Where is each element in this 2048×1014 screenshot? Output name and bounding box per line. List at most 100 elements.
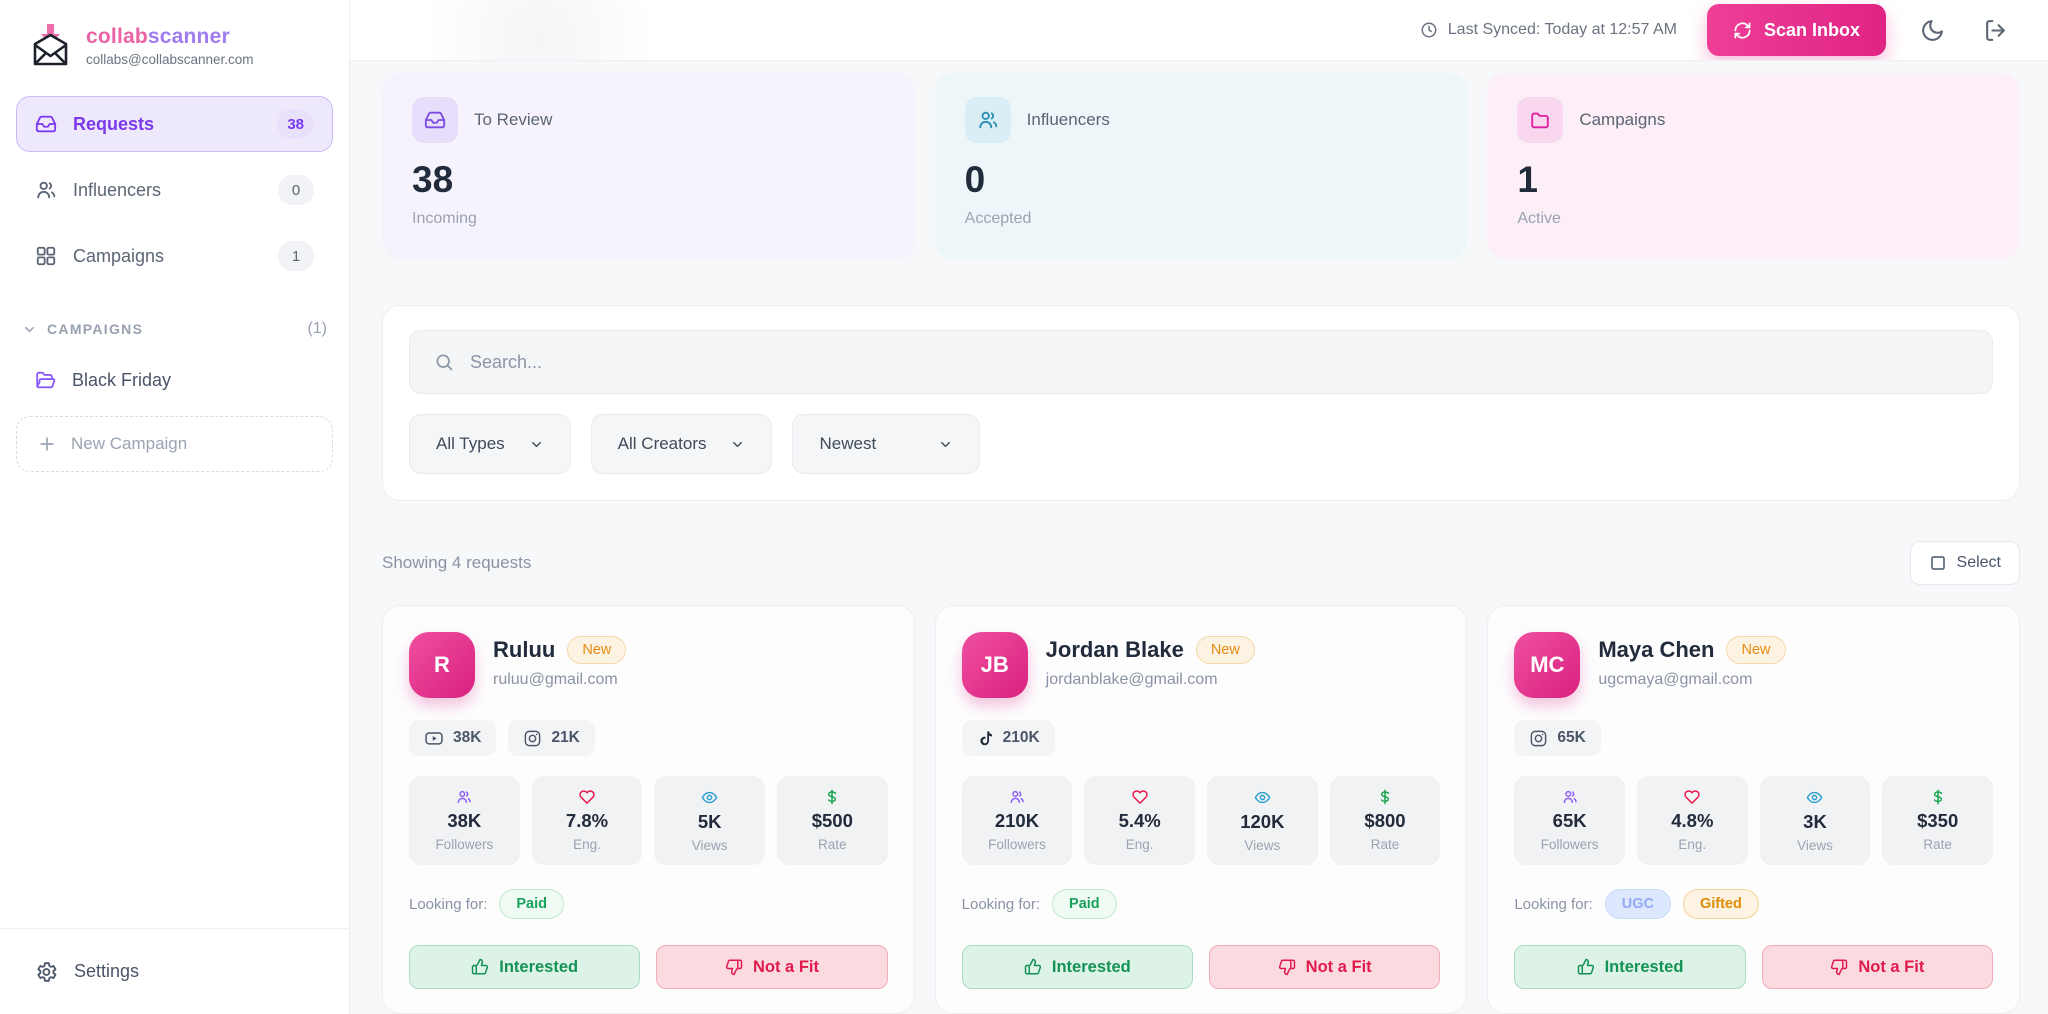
logout-button[interactable] <box>1979 14 2012 47</box>
scan-inbox-label: Scan Inbox <box>1764 20 1860 41</box>
checkbox-icon <box>1929 554 1947 572</box>
filters-row: All Types All Creators Newest <box>409 414 1993 474</box>
stat-engagement: 4.8% Eng. <box>1637 776 1748 865</box>
sidebar-item-requests[interactable]: Requests 38 <box>16 96 333 152</box>
stat-value: 3K <box>1803 811 1827 833</box>
search-input[interactable] <box>470 352 1968 373</box>
creator-name: Jordan Blake <box>1046 637 1184 663</box>
thumbs-up-icon <box>1577 958 1595 976</box>
stat-value: 0 <box>965 159 1438 201</box>
dollar-icon <box>824 789 840 805</box>
stat-value: 7.8% <box>566 810 608 832</box>
thumbs-up-icon <box>471 958 489 976</box>
stat-label: Eng. <box>1126 837 1154 852</box>
stat-value: $500 <box>812 810 853 832</box>
sort-value: Newest <box>819 434 876 454</box>
creator-stats: 210K Followers 5.4% Eng. 120K Views <box>962 776 1441 865</box>
search-icon <box>434 352 454 372</box>
not-a-fit-button[interactable]: Not a Fit <box>656 945 887 989</box>
brand-header: collabscanner collabs@collabscanner.com <box>0 0 349 88</box>
sidebar: collabscanner collabs@collabscanner.com … <box>0 0 350 1014</box>
tag-paid: Paid <box>499 889 564 919</box>
account-email: collabs@collabscanner.com <box>86 52 254 67</box>
app-title: collabscanner <box>86 25 254 49</box>
stat-engagement: 7.8% Eng. <box>532 776 643 865</box>
stat-label: Followers <box>1541 837 1599 852</box>
platform-followers: 65K <box>1557 729 1585 747</box>
stat-followers: 210K Followers <box>962 776 1073 865</box>
stat-label: Views <box>1244 838 1280 853</box>
stat-value: 1 <box>1517 159 1990 201</box>
eye-icon <box>1806 789 1823 806</box>
requests-count-badge: 38 <box>277 109 314 139</box>
platform-chips: 38K 21K <box>409 720 888 756</box>
results-header: Showing 4 requests Select <box>382 541 2020 585</box>
eye-icon <box>1254 789 1271 806</box>
creator-email: ruluu@gmail.com <box>493 671 626 689</box>
sidebar-item-settings[interactable]: Settings <box>0 928 349 1014</box>
platform-chips: 210K <box>962 720 1441 756</box>
influencers-count-badge: 0 <box>278 175 314 205</box>
type-filter-dropdown[interactable]: All Types <box>409 414 571 474</box>
new-campaign-label: New Campaign <box>71 434 187 454</box>
creator-filter-value: All Creators <box>618 434 707 454</box>
interested-label: Interested <box>1605 958 1684 977</box>
tag-paid: Paid <box>1052 889 1117 919</box>
interested-button[interactable]: Interested <box>962 945 1193 989</box>
stat-value: 120K <box>1240 811 1284 833</box>
instagram-icon <box>1529 729 1548 748</box>
plus-icon <box>37 434 57 454</box>
stat-label: Views <box>1797 838 1833 853</box>
stat-label: Rate <box>818 837 847 852</box>
scan-inbox-button[interactable]: Scan Inbox <box>1707 4 1886 56</box>
campaigns-section-header[interactable]: CAMPAIGNS (1) <box>16 320 333 338</box>
dollar-icon <box>1930 789 1946 805</box>
select-mode-button[interactable]: Select <box>1910 541 2020 585</box>
stat-label: Followers <box>435 837 493 852</box>
chevron-down-icon <box>22 322 37 337</box>
creator-email: jordanblake@gmail.com <box>1046 671 1255 689</box>
platform-chip: 21K <box>508 720 594 756</box>
not-a-fit-button[interactable]: Not a Fit <box>1209 945 1440 989</box>
users-icon <box>456 789 472 805</box>
stat-value: $350 <box>1917 810 1958 832</box>
inbox-icon <box>412 97 458 143</box>
new-campaign-button[interactable]: New Campaign <box>16 416 333 472</box>
looking-for-row: Looking for: UGC Gifted <box>1514 889 1993 919</box>
creator-stats: 65K Followers 4.8% Eng. 3K Views <box>1514 776 1993 865</box>
interested-button[interactable]: Interested <box>1514 945 1745 989</box>
platform-followers: 21K <box>551 729 579 747</box>
creator-name: Ruluu <box>493 637 555 663</box>
new-badge: New <box>567 636 626 664</box>
platform-chips: 65K <box>1514 720 1993 756</box>
heart-icon <box>1684 789 1700 805</box>
sidebar-item-influencers[interactable]: Influencers 0 <box>16 162 333 218</box>
results-count-text: Showing 4 requests <box>382 553 531 573</box>
stat-views: 120K Views <box>1207 776 1318 865</box>
stat-card-campaigns: Campaigns 1 Active <box>1487 73 2020 259</box>
stat-value: 38K <box>447 810 481 832</box>
stat-value: 38 <box>412 159 885 201</box>
stat-views: 5K Views <box>654 776 765 865</box>
not-a-fit-button[interactable]: Not a Fit <box>1762 945 1993 989</box>
chevron-down-icon <box>730 437 745 452</box>
dark-mode-toggle[interactable] <box>1916 14 1949 47</box>
sidebar-item-campaigns[interactable]: Campaigns 1 <box>16 228 333 284</box>
platform-followers: 210K <box>1003 729 1040 747</box>
stat-value: 4.8% <box>1671 810 1713 832</box>
sidebar-item-black-friday[interactable]: Black Friday <box>16 354 333 406</box>
interested-label: Interested <box>499 958 578 977</box>
sort-dropdown[interactable]: Newest <box>792 414 980 474</box>
users-icon <box>35 179 57 201</box>
stat-value: $800 <box>1364 810 1405 832</box>
creator-filter-dropdown[interactable]: All Creators <box>591 414 773 474</box>
stat-card-to-review: To Review 38 Incoming <box>382 73 915 259</box>
avatar: MC <box>1514 632 1580 698</box>
campaigns-section-label: CAMPAIGNS <box>47 321 143 337</box>
content: To Review 38 Incoming Influencers 0 Acce… <box>350 61 2048 1014</box>
grid-icon <box>35 245 57 267</box>
stats-row: To Review 38 Incoming Influencers 0 Acce… <box>382 73 2020 259</box>
stat-label: Followers <box>988 837 1046 852</box>
users-icon <box>965 97 1011 143</box>
interested-button[interactable]: Interested <box>409 945 640 989</box>
